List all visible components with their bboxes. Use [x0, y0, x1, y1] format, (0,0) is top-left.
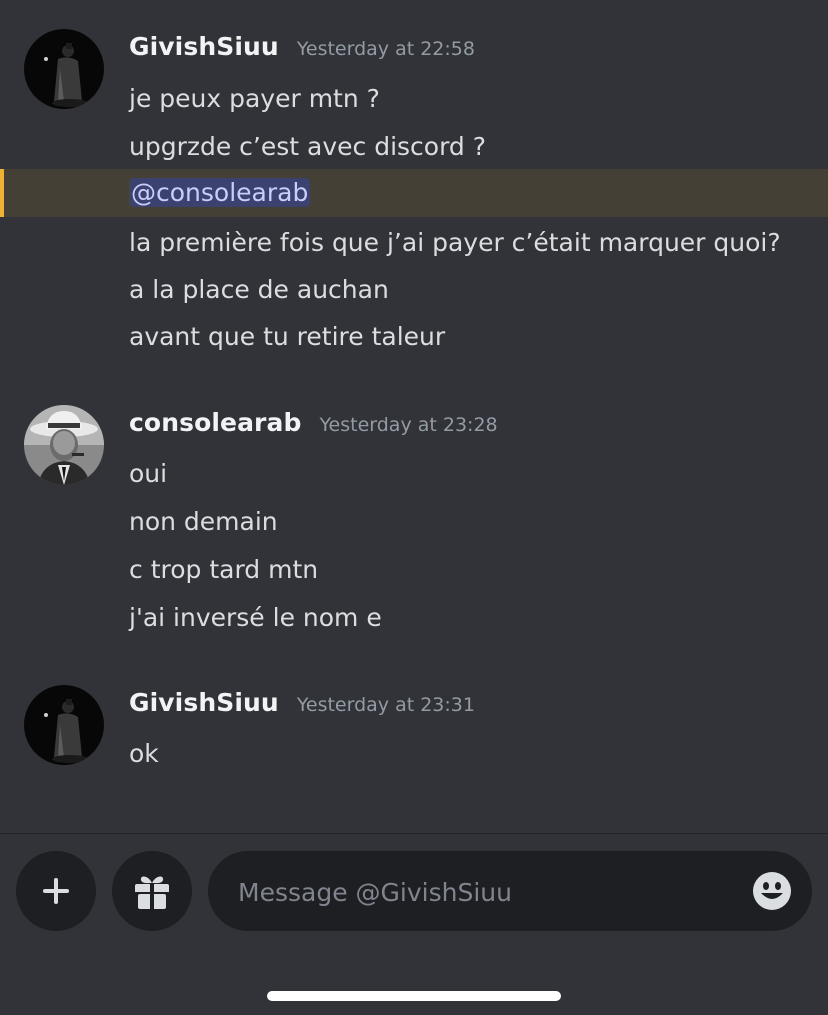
- dark-night-figure-icon: [24, 29, 104, 109]
- message-text[interactable]: la première fois que j’ai payer c’était …: [129, 226, 781, 260]
- gift-button[interactable]: [112, 851, 192, 931]
- message-list[interactable]: GivishSiuu Yesterday at 22:58 je peux pa…: [0, 0, 828, 833]
- message-composer: [0, 834, 828, 1015]
- dark-night-figure-icon: [24, 685, 104, 765]
- username[interactable]: GivishSiuu: [129, 32, 279, 61]
- message-input-box[interactable]: [208, 851, 812, 933]
- message-text[interactable]: avant que tu retire taleur: [129, 320, 445, 354]
- add-attachment-button[interactable]: [16, 851, 96, 931]
- message-text[interactable]: c trop tard mtn: [129, 553, 318, 587]
- avatar[interactable]: [24, 405, 104, 485]
- message-text[interactable]: je peux payer mtn ?: [129, 82, 380, 116]
- message-text[interactable]: oui: [129, 457, 167, 491]
- username[interactable]: consolearab: [129, 408, 301, 437]
- dm-screen: GivishSiuu Yesterday at 22:58 je peux pa…: [0, 0, 828, 1015]
- emoji-button[interactable]: [752, 871, 792, 911]
- home-indicator[interactable]: [267, 991, 561, 1001]
- message-text[interactable]: a la place de auchan: [129, 273, 389, 307]
- gift-icon: [135, 876, 169, 909]
- emoji-smile-icon: [753, 872, 791, 910]
- message-text[interactable]: upgrzde c’est avec discord ?: [129, 130, 486, 164]
- message-input[interactable]: [236, 851, 740, 933]
- message-text[interactable]: non demain: [129, 505, 278, 539]
- timestamp: Yesterday at 23:31: [296, 694, 475, 716]
- timestamp: Yesterday at 23:28: [319, 414, 498, 436]
- user-mention[interactable]: @consolearab: [129, 178, 311, 207]
- message-text[interactable]: ok: [129, 737, 159, 771]
- username[interactable]: GivishSiuu: [129, 688, 279, 717]
- avatar[interactable]: [24, 29, 104, 109]
- man-in-fedora-icon: [24, 405, 104, 485]
- message-mention-line: @consolearab: [129, 176, 311, 210]
- mention-highlight-row: [0, 169, 828, 217]
- avatar[interactable]: [24, 685, 104, 765]
- timestamp: Yesterday at 22:58: [296, 38, 475, 60]
- message-text[interactable]: j'ai inversé le nom e: [129, 601, 382, 635]
- plus-icon: [43, 878, 69, 904]
